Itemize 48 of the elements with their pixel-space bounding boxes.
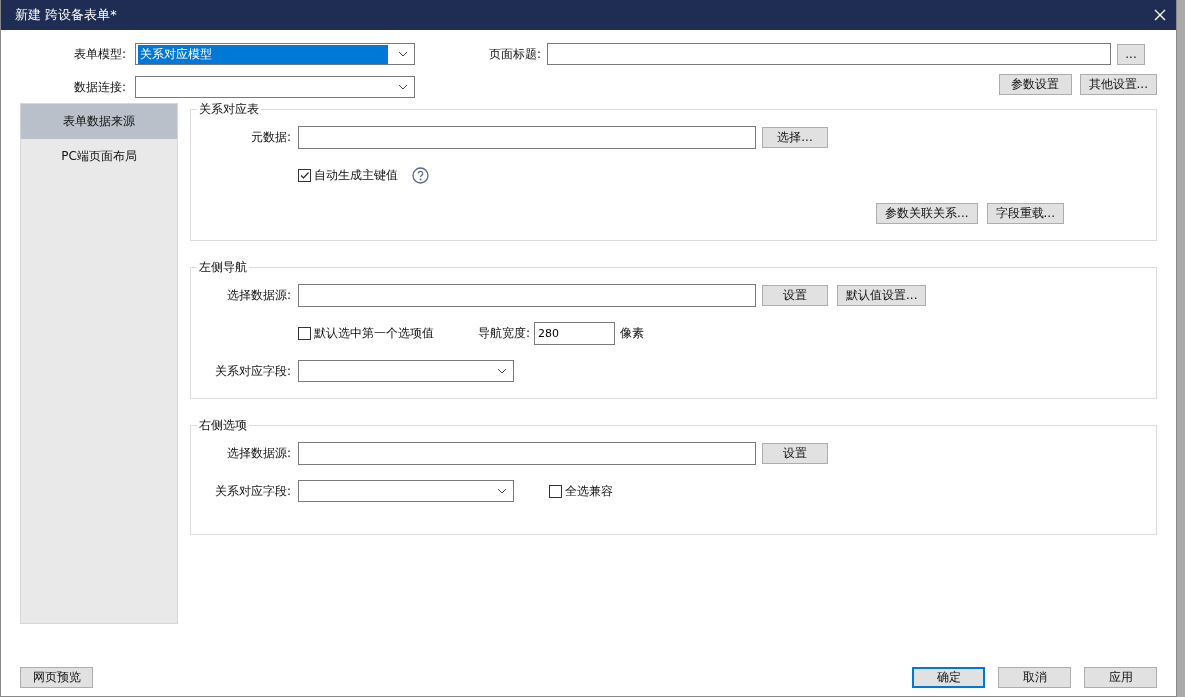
window-title: 新建 跨设备表单* bbox=[15, 6, 117, 24]
dialog-button[interactable]: 应用 bbox=[1084, 667, 1157, 688]
help-icon[interactable] bbox=[412, 166, 429, 184]
chevron-down-icon bbox=[398, 51, 408, 57]
settings-button[interactable]: 参数设置 bbox=[998, 73, 1072, 95]
text-field[interactable] bbox=[298, 283, 756, 307]
sidebar-item[interactable]: 表单数据来源 bbox=[21, 104, 177, 139]
checkbox[interactable]: 全选兼容 bbox=[549, 482, 613, 500]
browse-button[interactable]: ... bbox=[1117, 43, 1145, 65]
model-dropdown[interactable]: 关系对应模型 bbox=[135, 43, 415, 65]
field-label: 元数据: bbox=[249, 128, 291, 146]
field-label: 选择数据源: bbox=[225, 286, 291, 304]
field-label: 数据连接: bbox=[72, 78, 126, 96]
dialog-button[interactable]: 取消 bbox=[998, 667, 1071, 688]
field-dropdown[interactable] bbox=[298, 360, 514, 382]
field-label: 关系对应字段: bbox=[213, 482, 291, 500]
chevron-down-icon bbox=[497, 488, 507, 494]
field-label: 导航宽度: bbox=[478, 324, 531, 342]
settings-button[interactable]: 其他设置... bbox=[1079, 73, 1157, 95]
preview-button[interactable]: 网页预览 bbox=[20, 667, 93, 688]
group-title: 左侧导航 bbox=[198, 259, 248, 276]
unit-label: 像素 bbox=[620, 324, 645, 342]
action-button[interactable]: 设置 bbox=[762, 442, 828, 464]
action-button[interactable]: 字段重载... bbox=[986, 202, 1064, 224]
sidebar-item[interactable]: PC端页面布局 bbox=[21, 139, 177, 174]
checkbox[interactable]: 默认选中第一个选项值 bbox=[298, 324, 434, 342]
field-dropdown[interactable] bbox=[298, 480, 514, 502]
action-button[interactable]: 设置 bbox=[762, 284, 828, 306]
check-icon bbox=[299, 169, 310, 181]
field-label: 选择数据源: bbox=[225, 444, 291, 462]
group-title: 关系对应表 bbox=[198, 101, 260, 118]
dialog-button[interactable]: 确定 bbox=[912, 667, 985, 688]
field-label: 关系对应字段: bbox=[213, 362, 291, 380]
chevron-down-icon bbox=[497, 368, 507, 374]
action-button[interactable]: 选择... bbox=[762, 126, 828, 148]
group-title: 右侧选项 bbox=[198, 417, 248, 434]
width-field[interactable]: 280 bbox=[534, 321, 616, 345]
action-button[interactable]: 默认值设置... bbox=[837, 284, 927, 306]
field-label: 页面标题: bbox=[487, 45, 541, 63]
text-field[interactable] bbox=[298, 441, 756, 465]
checkbox[interactable]: 自动生成主键值 bbox=[298, 166, 398, 184]
connection-dropdown[interactable] bbox=[135, 76, 415, 98]
chevron-down-icon bbox=[398, 84, 408, 90]
close-icon[interactable] bbox=[1154, 9, 1166, 21]
action-button[interactable]: 参数关联关系... bbox=[876, 202, 978, 224]
field-label: 表单模型: bbox=[72, 45, 126, 63]
text-field[interactable] bbox=[298, 125, 756, 149]
page-title-field[interactable] bbox=[547, 43, 1111, 65]
